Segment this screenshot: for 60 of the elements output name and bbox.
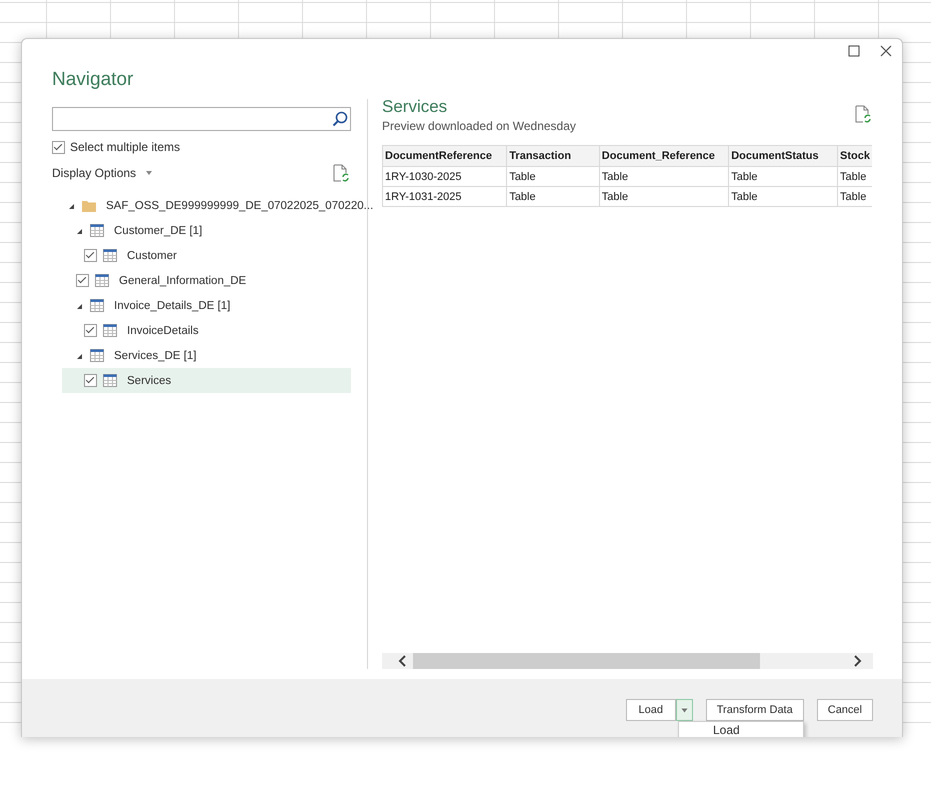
table-cell: Table: [506, 186, 600, 206]
caret-icon[interactable]: [145, 170, 154, 176]
search-field[interactable]: [52, 107, 351, 131]
table-cell: 1RY-1031-2025: [382, 186, 507, 206]
tree-item[interactable]: Invoice_Details_DE [1]: [62, 293, 351, 318]
preview-title: Services: [382, 97, 448, 117]
table-cell: Table: [599, 186, 729, 206]
dropdown-button[interactable]: [676, 699, 693, 721]
scroll-right-icon[interactable]: [853, 655, 863, 667]
column-header[interactable]: Stock: [838, 146, 872, 166]
checkbox[interactable]: [84, 249, 97, 262]
column-header[interactable]: DocumentStatus: [728, 146, 838, 166]
table-cell: Table: [599, 166, 729, 186]
checkbox[interactable]: [76, 274, 89, 287]
table-icon: [103, 324, 117, 337]
tree-item[interactable]: InvoiceDetails: [62, 318, 351, 343]
table-icon: [90, 299, 104, 312]
checkbox[interactable]: [84, 374, 97, 387]
table-icon: [95, 274, 109, 287]
display-options-dropdown[interactable]: Display Options: [52, 166, 136, 180]
tree-item[interactable]: Customer_DE [1]: [62, 218, 351, 243]
horizontal-scrollbar[interactable]: [382, 653, 873, 669]
scroll-left-icon[interactable]: [397, 655, 407, 667]
maximize-icon[interactable]: [848, 45, 860, 57]
table-cell: 1RY-1030-2025: [382, 166, 507, 186]
expanded-arrow-icon[interactable]: [76, 352, 84, 360]
select-multiple-label: Select multiple items: [70, 140, 180, 154]
tree-item[interactable]: Services_DE [1]: [62, 343, 351, 368]
column-header[interactable]: Transaction: [506, 146, 600, 166]
refresh-document-icon[interactable]: [855, 105, 871, 123]
close-icon[interactable]: [880, 45, 892, 57]
tree-item[interactable]: Customer: [62, 243, 351, 268]
tree-item[interactable]: Services: [62, 368, 351, 393]
folder-icon: [82, 199, 96, 212]
table-cell: Table: [728, 166, 838, 186]
search-icon[interactable]: [332, 111, 348, 127]
table-icon: [103, 249, 117, 262]
table-cell: Table: [728, 186, 838, 206]
load-button[interactable]: Load: [626, 699, 676, 721]
table-icon: [90, 349, 104, 362]
dialog-title: Navigator: [52, 69, 134, 92]
table-cell: Table: [506, 166, 600, 186]
scrollbar-thumb[interactable]: [413, 653, 760, 669]
expanded-arrow-icon[interactable]: [76, 302, 84, 310]
caret-icon[interactable]: [680, 708, 688, 712]
tree-item[interactable]: General_Information_DE: [62, 268, 351, 293]
checkbox[interactable]: [84, 324, 97, 337]
table-icon: [90, 224, 104, 237]
column-header[interactable]: DocumentReference: [382, 146, 507, 166]
dialog-button[interactable]: Transform Data: [706, 699, 804, 721]
checkbox[interactable]: [52, 140, 65, 154]
column-header[interactable]: Document_Reference: [599, 146, 729, 166]
expanded-arrow-icon[interactable]: [76, 226, 84, 234]
tree-item[interactable]: SAF_OSS_DE999999999_DE_07022025_070220...: [62, 193, 374, 218]
table-icon: [103, 374, 117, 387]
refresh-document-icon[interactable]: [333, 164, 349, 182]
preview-subtitle: Preview downloaded on Wednesday: [382, 119, 576, 133]
menu-item[interactable]: Load: [679, 722, 803, 737]
expanded-arrow-icon[interactable]: [68, 202, 76, 210]
dialog-button[interactable]: Cancel: [816, 699, 873, 721]
